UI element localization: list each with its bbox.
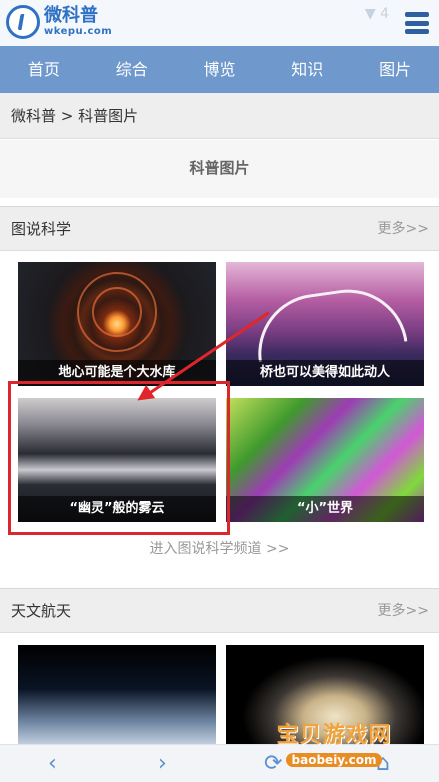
forward-icon[interactable]: › xyxy=(158,751,167,777)
nav-item-pictures[interactable]: 图片 xyxy=(351,46,439,93)
logo-domain: wkepu.com xyxy=(44,26,113,37)
status-indicator: ▼ 4 xyxy=(364,6,389,22)
highlight-box xyxy=(8,381,230,535)
site-logo[interactable]: 微科普 wkepu.com xyxy=(6,5,112,39)
more-link[interactable]: 更多>> xyxy=(378,589,429,633)
nav-item-knowledge[interactable]: 知识 xyxy=(263,46,351,93)
watermark: 宝贝游戏网 baobeiy.com xyxy=(259,717,409,768)
thumb-caption: “小”世界 xyxy=(226,496,424,522)
nav-item-home[interactable]: 首页 xyxy=(0,46,88,93)
hamburger-menu-button[interactable] xyxy=(405,12,429,34)
section-title: 图说科学 xyxy=(11,220,72,238)
thumb-card[interactable]: 桥也可以美得如此动人 xyxy=(226,262,424,386)
nav-item-general[interactable]: 综合 xyxy=(88,46,176,93)
watermark-domain: baobeiy.com xyxy=(285,753,383,767)
nav-item-expo[interactable]: 博览 xyxy=(176,46,264,93)
thumb-card[interactable] xyxy=(18,645,216,755)
hamburger-icon xyxy=(405,12,429,17)
section-header-science: 图说科学 更多>> xyxy=(0,206,439,251)
page-title: 科普图片 xyxy=(0,140,439,198)
section-title: 天文航天 xyxy=(11,602,72,620)
more-link[interactable]: 更多>> xyxy=(378,207,429,251)
channel-link[interactable]: 进入图说科学频道 >> xyxy=(0,537,439,561)
logo-icon xyxy=(6,5,40,39)
watermark-title: 宝贝游戏网 xyxy=(276,723,392,748)
main-nav: 首页 综合 博览 知识 图片 xyxy=(0,46,439,93)
thumb-caption: 桥也可以美得如此动人 xyxy=(226,360,424,386)
back-icon[interactable]: ‹ xyxy=(48,751,57,777)
breadcrumb: 微科普 > 科普图片 xyxy=(0,93,439,139)
logo-title: 微科普 xyxy=(44,5,98,26)
section-header-astronomy: 天文航天 更多>> xyxy=(0,588,439,633)
thumb-card[interactable]: “小”世界 xyxy=(226,398,424,522)
top-header: 微科普 wkepu.com ▼ 4 xyxy=(0,0,439,46)
